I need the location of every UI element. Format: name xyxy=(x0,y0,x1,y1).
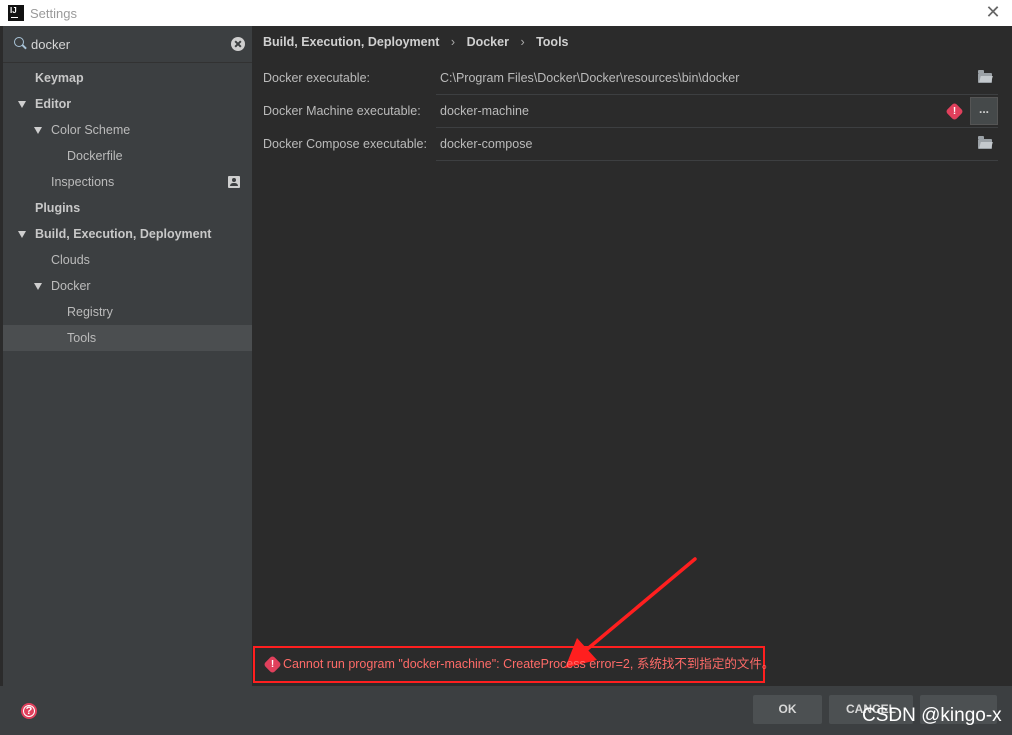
expand-arrow-icon[interactable] xyxy=(34,127,42,134)
sidebar-item-tools[interactable]: Tools xyxy=(3,325,252,351)
error-message: Cannot run program "docker-machine": Cre… xyxy=(283,657,775,671)
sidebar-item-plugins[interactable]: Plugins xyxy=(3,195,252,221)
docker-executable-value[interactable]: C:\Program Files\Docker\Docker\resources… xyxy=(440,62,739,95)
sidebar-item-label: Docker xyxy=(51,279,91,293)
sidebar-item-label: Build, Execution, Deployment xyxy=(35,227,212,241)
project-profile-icon xyxy=(228,176,240,188)
docker-compose-executable-label: Docker Compose executable: xyxy=(263,137,427,151)
docker-executable-row: Docker executable: C:\Program Files\Dock… xyxy=(263,62,999,95)
sidebar-item-color-scheme[interactable]: Color Scheme xyxy=(3,117,252,143)
sidebar-item-label: Keymap xyxy=(35,71,84,85)
breadcrumb: Build, Execution, Deployment › Docker › … xyxy=(263,35,569,49)
sidebar-item-label: Plugins xyxy=(35,201,81,215)
dialog-button-bar: ? OK CANCEL xyxy=(0,686,1012,735)
sidebar-item-docker[interactable]: Docker xyxy=(3,273,252,299)
breadcrumb-item: Tools xyxy=(536,35,569,49)
folder-icon[interactable] xyxy=(978,70,992,83)
sidebar-divider xyxy=(3,62,252,63)
settings-tree: Keymap Editor Color Scheme Dockerfile In… xyxy=(3,65,252,351)
sidebar-item-label: Dockerfile xyxy=(67,149,123,163)
docker-compose-executable-row: Docker Compose executable: docker-compos… xyxy=(263,128,999,161)
error-message-highlight: ! Cannot run program "docker-machine": C… xyxy=(253,646,774,683)
search-box[interactable] xyxy=(9,32,247,56)
error-icon-glyph: ! xyxy=(952,106,957,117)
sidebar-item-editor[interactable]: Editor xyxy=(3,91,252,117)
search-input[interactable] xyxy=(31,36,221,52)
annotation-arrow-shaft xyxy=(583,557,697,653)
docker-executable-label: Docker executable: xyxy=(263,71,371,85)
docker-machine-executable-row: Docker Machine executable: docker-machin… xyxy=(263,95,999,128)
sidebar-item-label: Editor xyxy=(35,97,72,111)
error-icon: ! xyxy=(945,102,964,121)
sidebar-item-build-execution-deployment[interactable]: Build, Execution, Deployment xyxy=(3,221,252,247)
sidebar-item-clouds[interactable]: Clouds xyxy=(3,247,252,273)
sidebar-item-registry[interactable]: Registry xyxy=(3,299,252,325)
sidebar-item-inspections[interactable]: Inspections xyxy=(3,169,252,195)
sidebar-item-label: Registry xyxy=(67,305,113,319)
csdn-watermark: CSDN @kingo-x xyxy=(862,705,1002,726)
breadcrumb-separator: › xyxy=(450,35,456,49)
sidebar-item-dockerfile[interactable]: Dockerfile xyxy=(3,143,252,169)
window-title: Settings xyxy=(30,5,77,21)
sidebar-item-keymap[interactable]: Keymap xyxy=(3,65,252,91)
close-window-button[interactable]: ✕ xyxy=(984,3,1002,21)
docker-compose-executable-field[interactable]: docker-compose xyxy=(436,128,998,161)
breadcrumb-item: Build, Execution, Deployment xyxy=(263,35,440,49)
search-icon xyxy=(13,36,29,52)
folder-icon[interactable] xyxy=(978,136,992,149)
ok-button[interactable]: OK xyxy=(753,695,822,724)
sidebar-item-label: Color Scheme xyxy=(51,123,131,137)
expand-arrow-icon[interactable] xyxy=(34,283,42,290)
docker-machine-executable-field[interactable]: docker-machine ! ... xyxy=(436,95,998,128)
error-icon: ! xyxy=(263,655,282,674)
clear-search-icon[interactable] xyxy=(231,37,245,51)
sidebar-item-label: Tools xyxy=(67,331,97,345)
intellij-app-icon xyxy=(8,5,24,21)
title-bar: Settings ✕ xyxy=(0,0,1012,26)
settings-sidebar: Keymap Editor Color Scheme Dockerfile In… xyxy=(3,26,252,686)
docker-compose-executable-value[interactable]: docker-compose xyxy=(440,128,532,161)
sidebar-item-label: Clouds xyxy=(51,253,90,267)
help-icon[interactable]: ? xyxy=(21,703,37,719)
expand-arrow-icon[interactable] xyxy=(18,101,26,108)
expand-arrow-icon[interactable] xyxy=(18,231,26,238)
docker-machine-executable-value[interactable]: docker-machine xyxy=(440,95,529,128)
docker-executable-field[interactable]: C:\Program Files\Docker\Docker\resources… xyxy=(436,62,998,95)
settings-dialog: Keymap Editor Color Scheme Dockerfile In… xyxy=(0,26,1012,735)
sidebar-item-label: Inspections xyxy=(51,175,115,189)
breadcrumb-item: Docker xyxy=(466,35,509,49)
error-icon-glyph: ! xyxy=(270,659,275,670)
breadcrumb-separator: › xyxy=(520,35,525,49)
docker-machine-executable-label: Docker Machine executable: xyxy=(263,104,421,118)
browse-button[interactable]: ... xyxy=(970,97,998,125)
